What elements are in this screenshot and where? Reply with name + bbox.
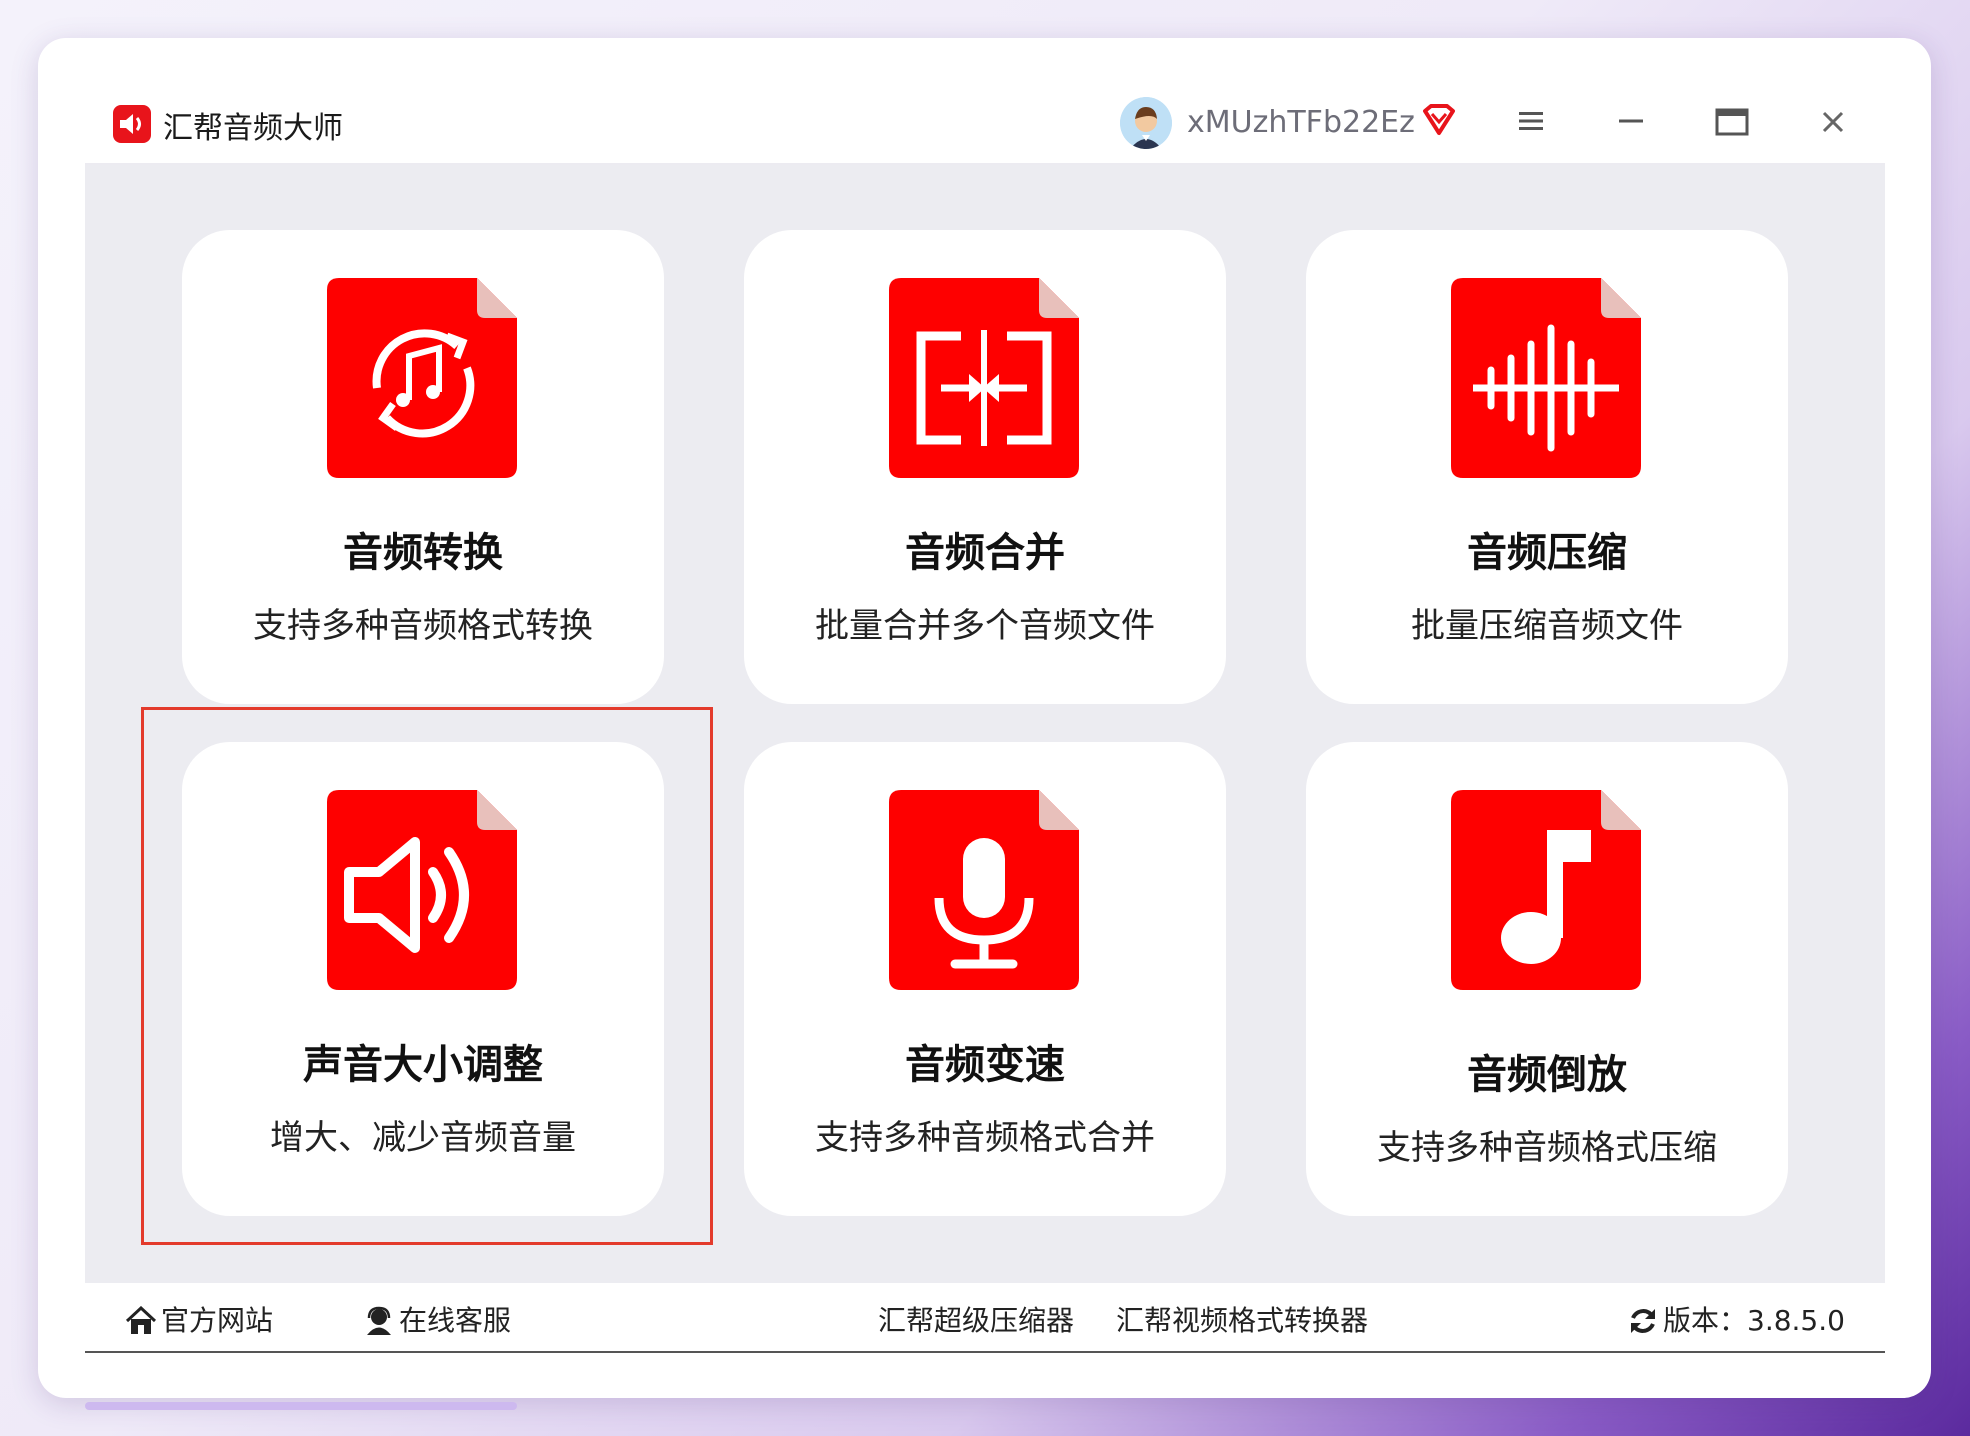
maximize-icon[interactable] bbox=[1715, 107, 1749, 137]
feature-grid: 音频转换 支持多种音频格式转换 音频合并 批量合并多个音频文件 音频压缩 批量压… bbox=[85, 165, 1885, 1283]
vip-diamond-icon[interactable] bbox=[1421, 103, 1457, 137]
footer-link-compressor[interactable]: 汇帮超级压缩器 bbox=[878, 1299, 1074, 1339]
taskbar-strip bbox=[85, 1402, 517, 1410]
version-label: 版本：3.8.5.0 bbox=[1663, 1304, 1845, 1337]
music-note-icon bbox=[1451, 790, 1641, 990]
audio-convert-icon bbox=[327, 278, 517, 478]
title-bar: 汇帮音频大师 xMUzhTFb22Ez bbox=[85, 83, 1885, 165]
audio-merge-icon bbox=[889, 278, 1079, 478]
official-website-link[interactable]: 官方网站 bbox=[125, 1299, 273, 1339]
card-desc: 支持多种音频格式压缩 bbox=[1377, 1128, 1717, 1168]
online-support-link[interactable]: 在线客服 bbox=[363, 1299, 511, 1339]
card-audio-convert[interactable]: 音频转换 支持多种音频格式转换 bbox=[182, 230, 664, 704]
username[interactable]: xMUzhTFb22Ez bbox=[1187, 105, 1415, 140]
card-desc: 支持多种音频格式转换 bbox=[253, 606, 593, 646]
selection-highlight bbox=[141, 707, 713, 1245]
card-title: 音频倒放 bbox=[1467, 1052, 1627, 1098]
speaker-logo-icon bbox=[113, 105, 151, 143]
card-title: 音频合并 bbox=[905, 530, 1065, 576]
card-desc: 支持多种音频格式合并 bbox=[815, 1118, 1155, 1158]
refresh-icon bbox=[1631, 1309, 1655, 1333]
card-title: 音频转换 bbox=[343, 530, 503, 576]
app-title: 汇帮音频大师 bbox=[163, 111, 343, 146]
home-icon bbox=[125, 1305, 157, 1334]
card-title: 音频变速 bbox=[905, 1042, 1065, 1088]
hamburger-menu-icon[interactable] bbox=[1517, 109, 1545, 133]
customer-service-icon bbox=[367, 1306, 391, 1335]
footer-bar: 官方网站 在线客服 汇帮超级压缩器 汇帮视频格式转换器 版本：3.8.5.0 bbox=[85, 1285, 1885, 1353]
audio-compress-icon bbox=[1451, 278, 1641, 478]
official-website-label: 官方网站 bbox=[161, 1304, 274, 1337]
version-info[interactable]: 版本：3.8.5.0 bbox=[1627, 1299, 1845, 1339]
user-avatar[interactable] bbox=[1120, 97, 1172, 149]
card-title: 音频压缩 bbox=[1467, 530, 1627, 576]
card-audio-compress[interactable]: 音频压缩 批量压缩音频文件 bbox=[1306, 230, 1788, 704]
close-icon[interactable] bbox=[1818, 107, 1848, 137]
microphone-icon bbox=[889, 790, 1079, 990]
card-audio-reverse[interactable]: 音频倒放 支持多种音频格式压缩 bbox=[1306, 742, 1788, 1216]
footer-link-video-converter[interactable]: 汇帮视频格式转换器 bbox=[1116, 1299, 1368, 1339]
card-desc: 批量合并多个音频文件 bbox=[815, 606, 1155, 646]
card-desc: 批量压缩音频文件 bbox=[1411, 606, 1683, 646]
card-audio-speed[interactable]: 音频变速 支持多种音频格式合并 bbox=[744, 742, 1226, 1216]
online-support-label: 在线客服 bbox=[399, 1304, 512, 1337]
card-audio-merge[interactable]: 音频合并 批量合并多个音频文件 bbox=[744, 230, 1226, 704]
minimize-icon[interactable] bbox=[1617, 109, 1645, 133]
